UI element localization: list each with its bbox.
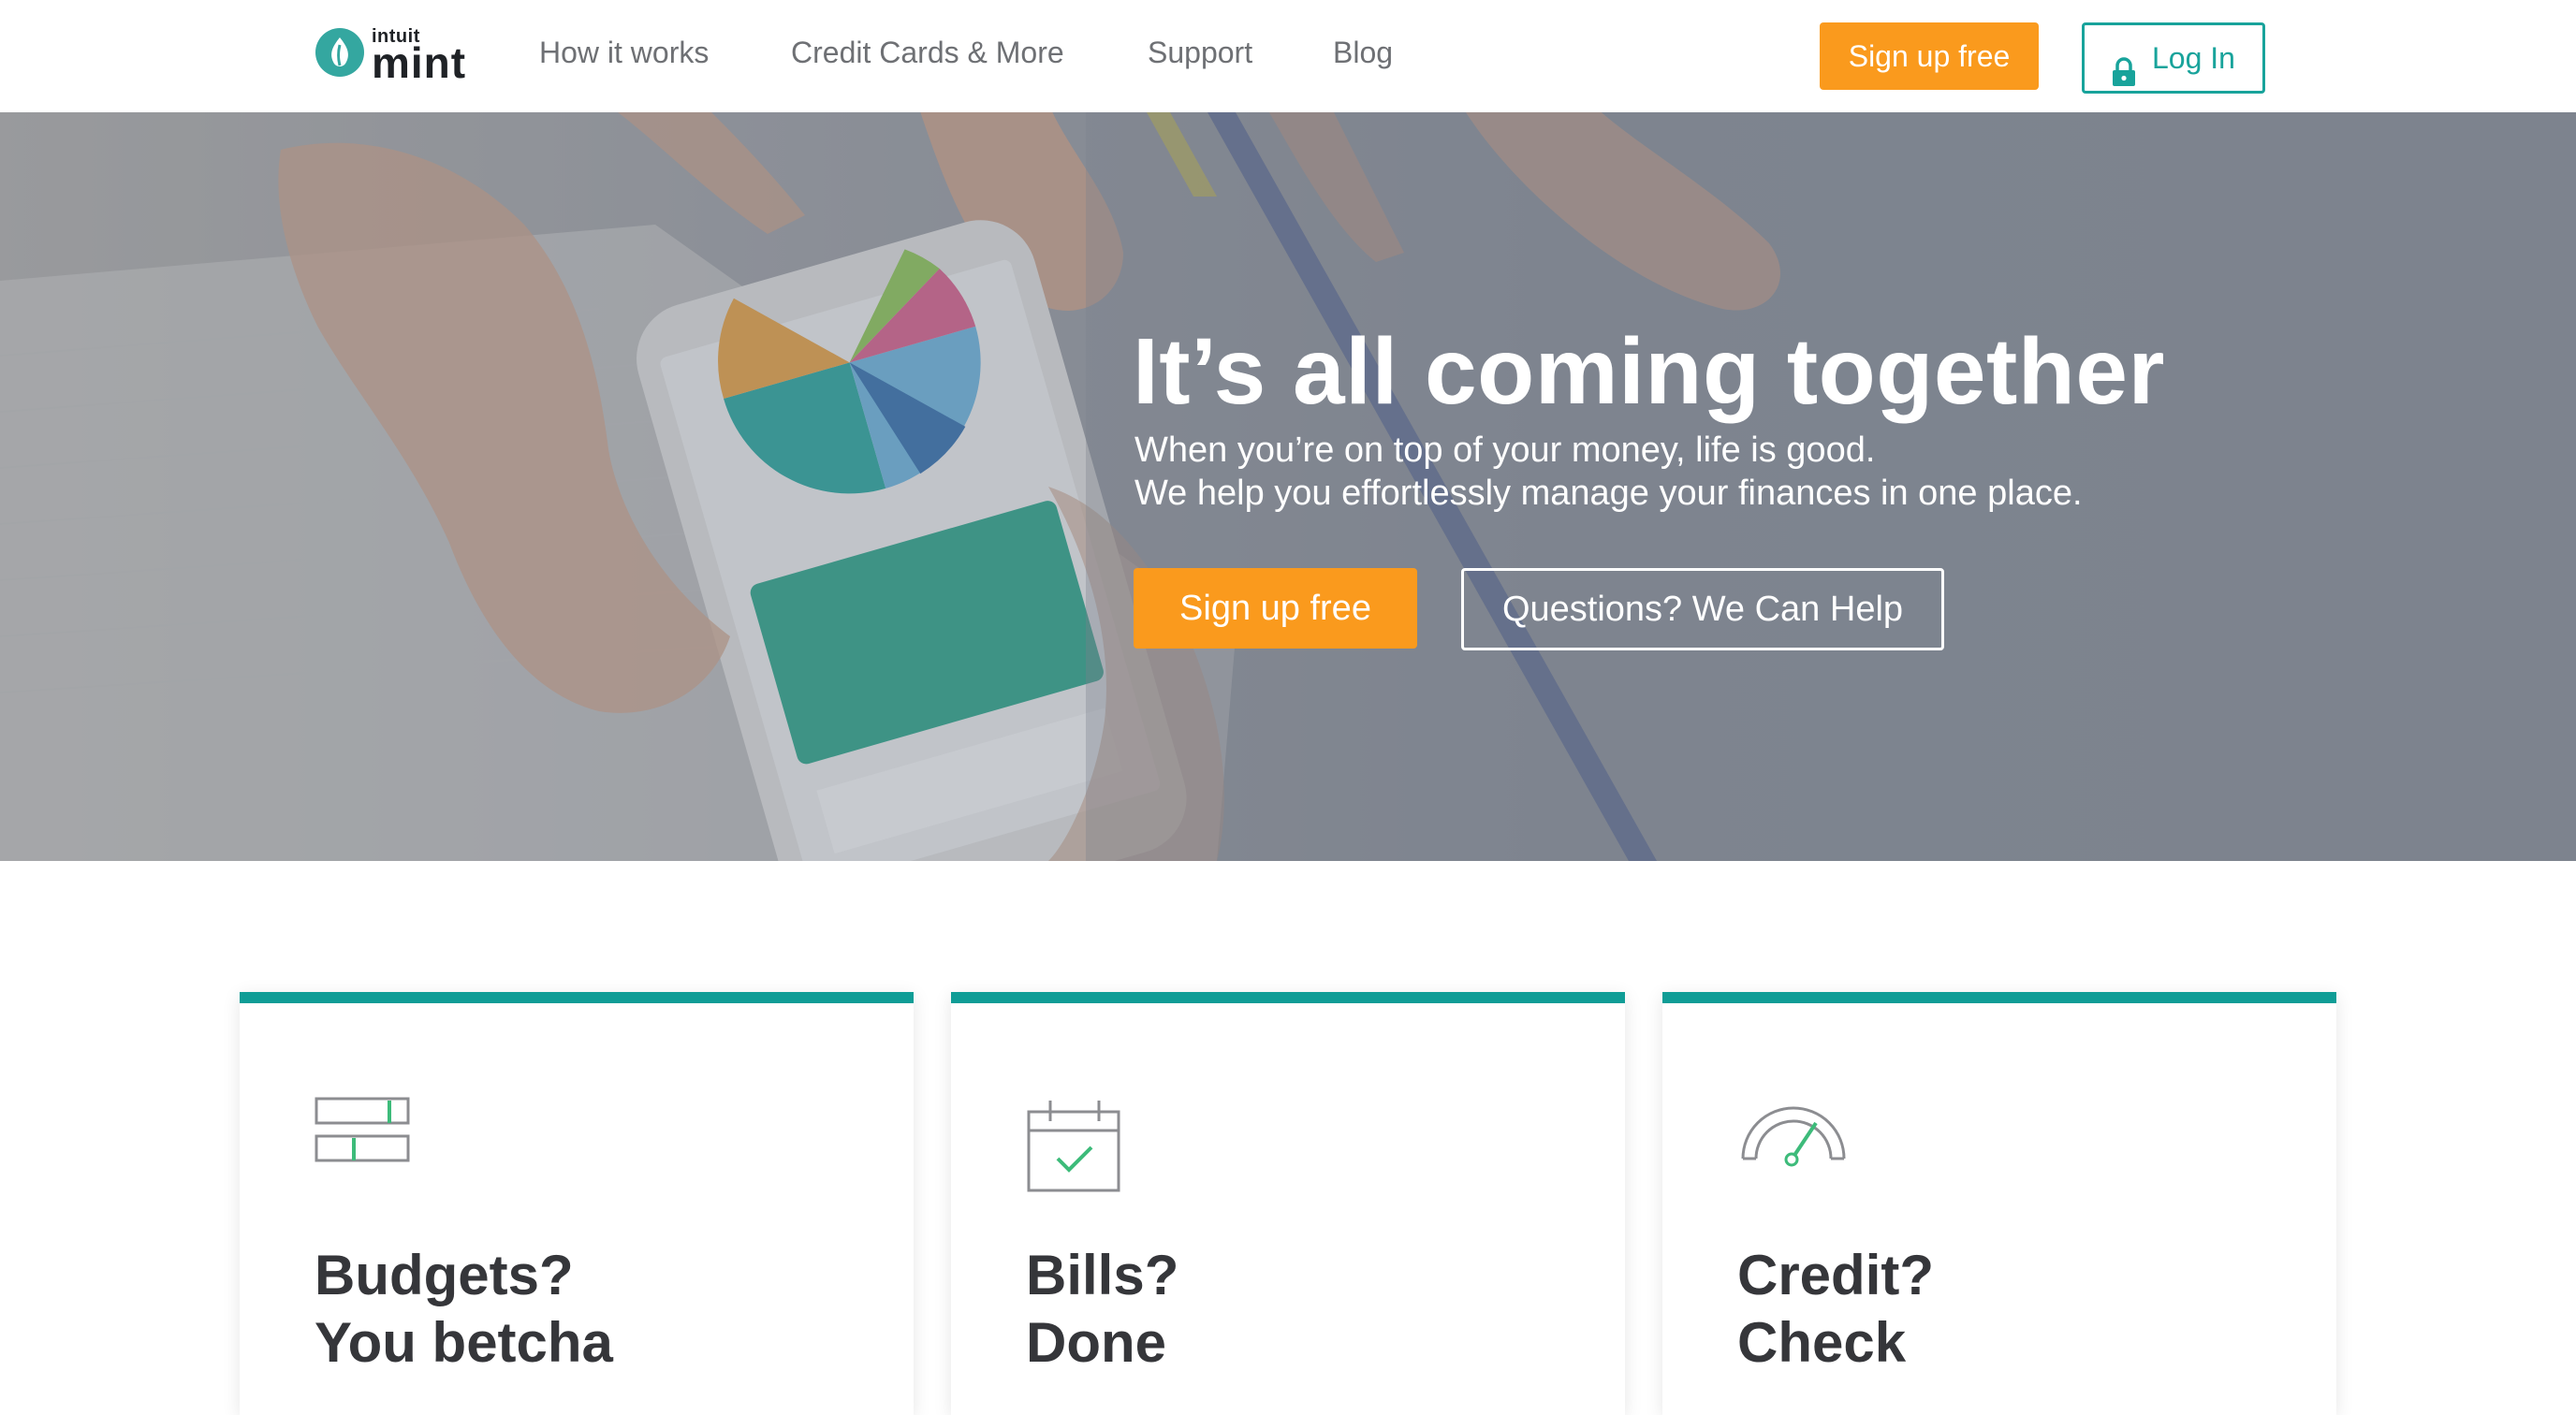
card-credit-title-line-2: Check [1737,1311,1907,1374]
credit-gauge-icon [1737,1097,1850,1176]
header-signup-button[interactable]: Sign up free [1820,22,2039,90]
card-credit-title: Credit? Check [1737,1242,1934,1377]
nav-blog[interactable]: Blog [1333,36,1393,70]
hero-subtitle-line-2: We help you effortlessly manage your fin… [1134,474,2083,513]
nav-credit-cards-and-more[interactable]: Credit Cards & More [791,36,1064,70]
nav-support[interactable]: Support [1148,36,1252,70]
card-bills-title: Bills? Done [1026,1242,1178,1377]
login-button[interactable]: Log In [2082,22,2265,94]
hero-subtitle: When you’re on top of your money, life i… [1134,429,2083,515]
hero-title: It’s all coming together [1133,319,2165,424]
mint-leaf-icon [315,28,364,77]
card-budgets-title-line-1: Budgets? [315,1244,574,1306]
feature-card-credit[interactable]: Credit? Check [1662,992,2336,1415]
calendar-check-icon [1026,1097,1123,1199]
top-navigation-bar: intuit mint How it works Credit Cards & … [0,0,2576,112]
budget-bars-icon [315,1097,412,1169]
card-bills-title-line-2: Done [1026,1311,1166,1374]
login-label: Log In [2152,41,2235,75]
hero-banner: It’s all coming together When you’re on … [0,112,2576,861]
logo-mint-text: mint [372,38,467,87]
lock-icon [2111,44,2137,109]
feature-card-budgets[interactable]: Budgets? You betcha [240,992,914,1415]
card-budgets-title: Budgets? You betcha [315,1242,613,1377]
help-button[interactable]: Questions? We Can Help [1461,568,1944,650]
card-bills-title-line-1: Bills? [1026,1244,1179,1306]
hero-subtitle-line-1: When you’re on top of your money, life i… [1134,430,1876,470]
card-credit-title-line-1: Credit? [1737,1244,1934,1306]
card-budgets-title-line-2: You betcha [315,1311,613,1374]
feature-card-bills[interactable]: Bills? Done [951,992,1625,1415]
hero-signup-button[interactable]: Sign up free [1134,568,1417,649]
nav-how-it-works[interactable]: How it works [539,36,709,70]
mint-logo[interactable]: intuit mint [315,26,465,87]
